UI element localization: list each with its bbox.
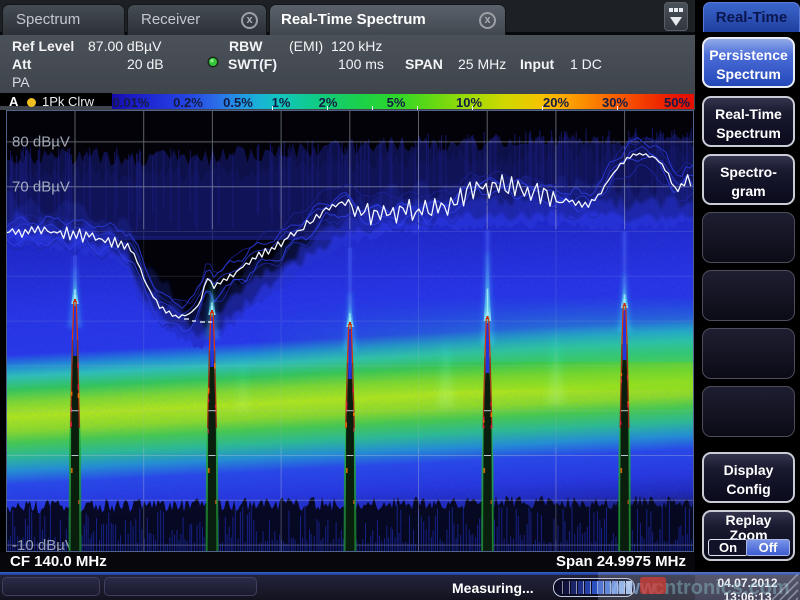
svg-text:-10 dBµV: -10 dBµV bbox=[12, 537, 75, 552]
svg-text:80 dBµV: 80 dBµV bbox=[12, 134, 70, 151]
svg-text:70 dBµV: 70 dBµV bbox=[12, 179, 70, 196]
